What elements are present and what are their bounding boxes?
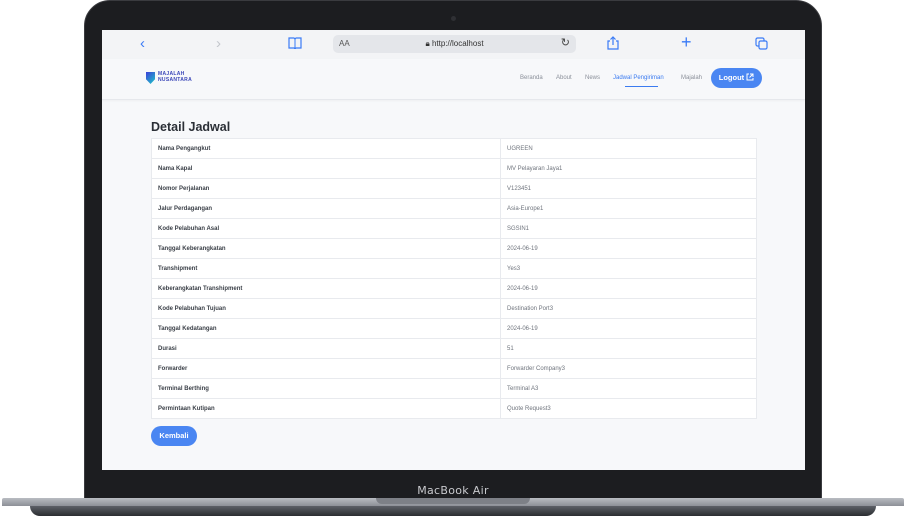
table-row: Keberangkatan Transhipment 2024-06-19 xyxy=(151,278,757,299)
reload-icon[interactable]: ↻ xyxy=(561,36,570,49)
row-label: Transhipment xyxy=(151,258,501,279)
row-value: 51 xyxy=(500,338,757,359)
book-icon[interactable] xyxy=(288,36,302,54)
kembali-button[interactable]: Kembali xyxy=(151,426,197,446)
row-value: 2024-06-19 xyxy=(500,278,757,299)
row-label: Durasi xyxy=(151,338,501,359)
base-notch xyxy=(376,498,530,504)
row-value: 2024-06-19 xyxy=(500,238,757,259)
address-bar[interactable]: AA 🔒︎ http://localhost ↻ xyxy=(333,35,576,53)
table-row: Tanggal Keberangkatan 2024-06-19 xyxy=(151,238,757,259)
row-value: MV Pelayaran Jaya1 xyxy=(500,158,757,179)
table-row: Durasi 51 xyxy=(151,338,757,359)
table-row: Kode Pelabuhan Tujuan Destination Port3 xyxy=(151,298,757,319)
detail-table: Nama Pengangkut UGREEN Nama Kapal MV Pelaya… xyxy=(151,138,757,419)
url-value: http://localhost xyxy=(431,39,484,48)
url-text: 🔒︎ http://localhost xyxy=(333,39,576,49)
laptop-frame: ‹ › AA 🔒︎ http://localhost ↻ + MAJALAH N… xyxy=(0,0,906,520)
row-value: Destination Port3 xyxy=(500,298,757,319)
row-label: Permintaan Kutipan xyxy=(151,398,501,419)
share-icon[interactable] xyxy=(607,36,619,55)
logo-shield-icon xyxy=(146,72,155,84)
row-label: Nomor Perjalanan xyxy=(151,178,501,199)
nav-jadwal-pengiriman[interactable]: Jadwal Pengiriman xyxy=(613,75,664,81)
page-title: Detail Jadwal xyxy=(151,120,231,134)
site-logo[interactable]: MAJALAH NUSANTARA xyxy=(146,71,196,87)
table-row: Nama Pengangkut UGREEN xyxy=(151,138,757,159)
model-label: MacBook Air xyxy=(417,484,489,497)
back-icon[interactable]: ‹ xyxy=(140,35,145,53)
table-row: Nomor Perjalanan V123451 xyxy=(151,178,757,199)
row-label: Nama Kapal xyxy=(151,158,501,179)
screen: ‹ › AA 🔒︎ http://localhost ↻ + MAJALAH N… xyxy=(102,30,805,470)
logo-text: MAJALAH NUSANTARA xyxy=(158,71,192,83)
site-navbar: MAJALAH NUSANTARA Beranda About News Jad… xyxy=(102,59,805,100)
row-label: Kode Pelabuhan Tujuan xyxy=(151,298,501,319)
nav-majalah[interactable]: Majalah xyxy=(681,75,702,81)
nav-beranda[interactable]: Beranda xyxy=(520,75,543,81)
logo-line2: NUSANTARA xyxy=(158,77,192,83)
table-row: Permintaan Kutipan Quote Request3 xyxy=(151,398,757,419)
plus-icon[interactable]: + xyxy=(681,33,692,51)
row-label: Nama Pengangkut xyxy=(151,138,501,159)
row-label: Tanggal Kedatangan xyxy=(151,318,501,339)
row-label: Tanggal Keberangkatan xyxy=(151,238,501,259)
row-label: Keberangkatan Transhipment xyxy=(151,278,501,299)
laptop-base xyxy=(0,498,906,520)
table-row: Forwarder Forwarder Company3 xyxy=(151,358,757,379)
external-link-icon xyxy=(746,73,754,82)
logout-label: Logout xyxy=(718,73,745,82)
browser-toolbar: ‹ › AA 🔒︎ http://localhost ↻ + xyxy=(102,30,805,60)
row-label: Terminal Berthing xyxy=(151,378,501,399)
tabs-icon[interactable] xyxy=(755,37,768,55)
nav-news[interactable]: News xyxy=(585,75,600,81)
lock-icon: 🔒︎ xyxy=(425,39,430,48)
table-row: Transhipment Yes3 xyxy=(151,258,757,279)
table-row: Jalur Perdagangan Asia-Europe1 xyxy=(151,198,757,219)
table-row: Terminal Berthing Terminal A3 xyxy=(151,378,757,399)
row-label: Kode Pelabuhan Asal xyxy=(151,218,501,239)
row-value: Asia-Europe1 xyxy=(500,198,757,219)
row-label: Jalur Perdagangan xyxy=(151,198,501,219)
row-value: UGREEN xyxy=(500,138,757,159)
active-nav-underline xyxy=(625,86,658,87)
table-row: Kode Pelabuhan Asal SGSIN1 xyxy=(151,218,757,239)
row-value: Quote Request3 xyxy=(500,398,757,419)
row-value: Yes3 xyxy=(500,258,757,279)
forward-icon[interactable]: › xyxy=(216,35,221,53)
row-label: Forwarder xyxy=(151,358,501,379)
logout-button[interactable]: Logout xyxy=(711,68,762,88)
row-value: SGSIN1 xyxy=(500,218,757,239)
nav-about[interactable]: About xyxy=(556,75,572,81)
row-value: Forwarder Company3 xyxy=(500,358,757,379)
table-row: Tanggal Kedatangan 2024-06-19 xyxy=(151,318,757,339)
row-value: V123451 xyxy=(500,178,757,199)
table-row: Nama Kapal MV Pelayaran Jaya1 xyxy=(151,158,757,179)
base-bottom xyxy=(30,506,876,516)
row-value: Terminal A3 xyxy=(500,378,757,399)
camera xyxy=(451,16,456,21)
row-value: 2024-06-19 xyxy=(500,318,757,339)
